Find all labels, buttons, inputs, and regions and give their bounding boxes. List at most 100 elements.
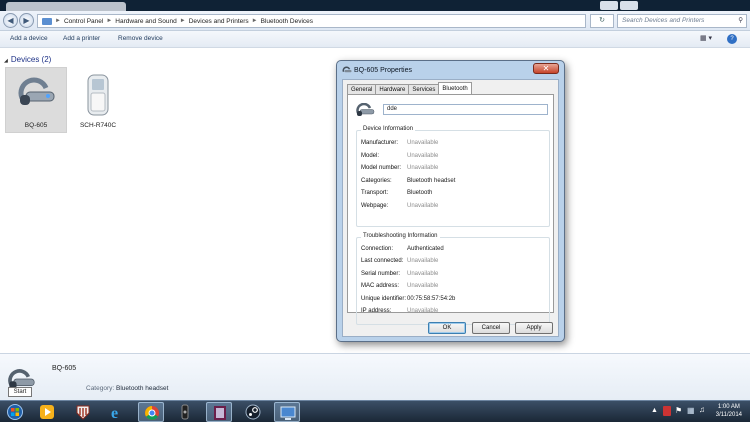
tab-services[interactable]: Services bbox=[408, 84, 440, 94]
dialog-title: BQ-605 Properties bbox=[354, 67, 412, 74]
view-options-icon[interactable]: ▦ ▾ bbox=[700, 34, 712, 42]
volume-icon[interactable]: ♫ bbox=[699, 405, 705, 414]
dialog-body: General Hardware Services Bluetooth dde … bbox=[342, 79, 559, 337]
breadcrumb-hardware-and-sound[interactable]: Hardware and Sound bbox=[115, 18, 176, 25]
cancel-button[interactable]: Cancel bbox=[472, 322, 510, 334]
close-icon: ✕ bbox=[542, 64, 550, 73]
apply-button[interactable]: Apply bbox=[515, 322, 553, 334]
add-printer-button[interactable]: Add a printer bbox=[63, 35, 100, 42]
dialog-close-button[interactable]: ✕ bbox=[533, 63, 559, 74]
device-label: SCH-R740C bbox=[79, 122, 117, 129]
search-placeholder: Search Devices and Printers bbox=[622, 17, 705, 24]
internet-explorer-icon: e bbox=[111, 405, 118, 420]
refresh-button[interactable]: ↻ bbox=[590, 14, 614, 28]
help-icon[interactable]: ? bbox=[727, 34, 737, 44]
show-hidden-icons-icon[interactable]: ▲ bbox=[651, 407, 658, 414]
bluetooth-headset-icon bbox=[356, 103, 375, 116]
tab-bluetooth[interactable]: Bluetooth bbox=[438, 82, 472, 94]
tray-app-icon[interactable] bbox=[663, 406, 671, 416]
info-value: Authenticated bbox=[407, 246, 444, 252]
remote-desktop-icon bbox=[280, 406, 296, 420]
troubleshooting-legend: Troubleshooting Information bbox=[361, 233, 440, 239]
start-tooltip: Start bbox=[8, 387, 32, 397]
folder-icon bbox=[42, 17, 52, 25]
taskbar-media-app[interactable] bbox=[172, 402, 198, 422]
info-value: Bluetooth headset bbox=[407, 178, 456, 184]
chrome-icon bbox=[145, 406, 159, 420]
ok-button[interactable]: OK bbox=[428, 322, 466, 334]
add-device-button[interactable]: Add a device bbox=[10, 35, 48, 42]
media-player-icon bbox=[40, 405, 54, 419]
details-category: Category: Bluetooth headset bbox=[86, 385, 168, 392]
troubleshooting-information-group: Troubleshooting Information Connection: A… bbox=[356, 233, 550, 325]
search-input[interactable]: Search Devices and Printers ⚲ bbox=[617, 14, 747, 28]
device-name-input[interactable]: dde bbox=[383, 104, 548, 115]
breadcrumb-bluetooth-devices[interactable]: Bluetooth Devices bbox=[261, 18, 313, 25]
back-arrow-icon: ◀ bbox=[7, 16, 14, 25]
taskbar-shield-app[interactable] bbox=[70, 402, 96, 422]
info-value: Unavailable bbox=[407, 153, 439, 159]
taskbar: e ▲ ⚑ ▦ ♫ 1:00 AM 3/11/2014 bbox=[0, 400, 750, 422]
game-app-icon bbox=[214, 406, 226, 420]
forward-arrow-icon: ▶ bbox=[23, 16, 30, 25]
info-value: Unavailable bbox=[407, 203, 439, 209]
tab-hardware[interactable]: Hardware bbox=[375, 84, 410, 94]
breadcrumb-separator: ► bbox=[55, 18, 61, 24]
start-orb-icon bbox=[7, 404, 23, 420]
refresh-icon: ↻ bbox=[599, 17, 605, 24]
start-button[interactable] bbox=[2, 402, 24, 422]
details-device-name: BQ-605 bbox=[52, 365, 77, 372]
browser-tab-ghost bbox=[6, 2, 126, 11]
taskbar-clock[interactable]: 1:00 AM 3/11/2014 bbox=[716, 403, 742, 419]
taskbar-steam[interactable] bbox=[240, 402, 266, 422]
info-value: Unavailable bbox=[407, 140, 439, 146]
info-value: Unavailable bbox=[407, 165, 439, 171]
bluetooth-headset-icon bbox=[18, 77, 55, 105]
remove-device-button[interactable]: Remove device bbox=[118, 35, 163, 42]
network-icon[interactable]: ▦ bbox=[687, 406, 695, 415]
info-value: Unavailable bbox=[407, 283, 439, 289]
breadcrumb-separator: ► bbox=[179, 18, 186, 24]
breadcrumb-separator: ► bbox=[251, 18, 258, 24]
media-app-icon bbox=[181, 404, 189, 420]
tab-general[interactable]: General bbox=[347, 84, 377, 94]
taskbar-game-app[interactable] bbox=[206, 402, 232, 422]
details-pane: Start BQ-605 Category: Bluetooth headset bbox=[0, 353, 750, 400]
info-value: Unavailable bbox=[407, 258, 439, 264]
breadcrumb-control-panel[interactable]: Control Panel bbox=[64, 18, 103, 25]
clock-time: 1:00 AM bbox=[717, 404, 740, 410]
taskbar-chrome[interactable] bbox=[138, 402, 164, 422]
device-information-legend: Device Information bbox=[361, 126, 416, 132]
properties-dialog: BQ-605 Properties ✕ General Hardware Ser… bbox=[336, 60, 565, 342]
breadcrumb[interactable]: ► Control Panel ► Hardware and Sound ► D… bbox=[37, 14, 586, 28]
info-value: 00:75:58:57:54:2b bbox=[407, 296, 456, 302]
svg-text:e: e bbox=[111, 405, 118, 420]
breadcrumb-devices-and-printers[interactable]: Devices and Printers bbox=[189, 18, 249, 25]
bluetooth-headset-icon bbox=[342, 66, 352, 73]
action-center-flag-icon[interactable]: ⚑ bbox=[675, 406, 682, 415]
device-tile-bq-605[interactable]: BQ-605 bbox=[5, 67, 67, 133]
minimize-button[interactable] bbox=[600, 1, 618, 10]
breadcrumb-separator: ► bbox=[106, 18, 113, 24]
clock-date: 3/11/2014 bbox=[715, 412, 742, 418]
address-bar: ◀ ▶ ► Control Panel ► Hardware and Sound… bbox=[0, 11, 750, 31]
taskbar-media-player[interactable] bbox=[34, 402, 60, 422]
details-category-value: Bluetooth headset bbox=[116, 385, 169, 392]
phone-icon bbox=[87, 74, 109, 116]
taskbar-internet-explorer[interactable]: e bbox=[104, 402, 130, 422]
taskbar-remote-desktop[interactable] bbox=[274, 402, 300, 422]
back-button[interactable]: ◀ bbox=[3, 13, 18, 28]
device-information-group: Device Information Manufacturer: Unavaila… bbox=[356, 126, 550, 227]
forward-button[interactable]: ▶ bbox=[19, 13, 34, 28]
device-tile-sch-r740c[interactable]: SCH-R740C bbox=[67, 67, 129, 133]
maximize-button[interactable] bbox=[620, 1, 638, 10]
shield-app-icon bbox=[76, 405, 90, 420]
bluetooth-tab-panel: dde Device Information Manufacturer: Unav… bbox=[347, 94, 554, 325]
collapse-triangle-icon: ◢ bbox=[4, 58, 8, 64]
details-category-label: Category: bbox=[86, 385, 115, 392]
window-top-strip bbox=[0, 0, 750, 11]
search-icon: ⚲ bbox=[738, 17, 743, 24]
info-value: Bluetooth bbox=[407, 190, 433, 196]
devices-group-header[interactable]: ◢ Devices (2) bbox=[4, 55, 51, 64]
info-value: Unavailable bbox=[407, 308, 439, 314]
